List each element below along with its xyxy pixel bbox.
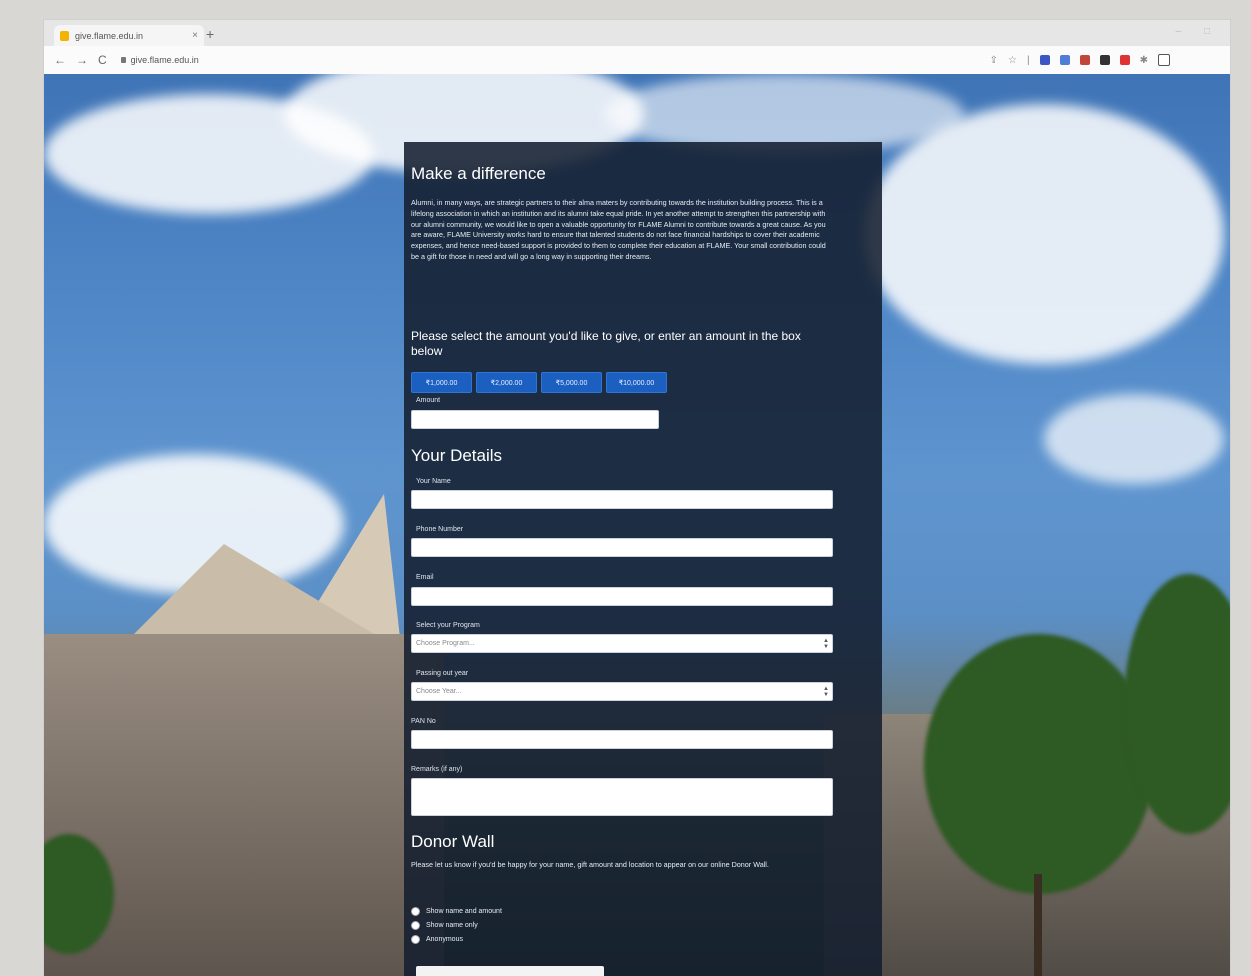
tree-trunk (1034, 874, 1042, 976)
remarks-label: Remarks (if any) (411, 766, 463, 773)
name-label: Your Name (416, 478, 451, 485)
year-select[interactable]: Choose Year... ▲ ▼ (411, 682, 833, 701)
extension-icon[interactable] (1079, 55, 1090, 65)
radio-label: Show name and amount (426, 908, 502, 915)
url-text: give.flame.edu.in (130, 55, 199, 65)
year-label: Passing out year (416, 670, 469, 677)
phone-label: Phone Number (416, 526, 464, 533)
pan-input[interactable] (411, 730, 833, 749)
extension-icon[interactable] (1119, 55, 1130, 65)
email-input[interactable] (411, 587, 833, 606)
radio-button[interactable] (411, 921, 420, 930)
amount-button-2000[interactable]: ₹2,000.00 (476, 372, 537, 393)
puzzle-icon[interactable]: ✱ (1140, 55, 1148, 66)
radio-label: Anonymous (426, 936, 463, 943)
remarks-textarea[interactable] (411, 778, 833, 816)
donation-panel: Make a difference Alumni, in many ways, … (404, 142, 882, 976)
email-label: Email (416, 574, 434, 581)
program-select[interactable]: Choose Program... ▲ ▼ (411, 634, 833, 653)
extension-icon[interactable] (1039, 55, 1050, 65)
tab-close-icon[interactable]: × (192, 30, 198, 41)
extension-icon[interactable] (1059, 55, 1070, 65)
select-caret-icon: ▲ ▼ (823, 686, 829, 698)
year-select-value: Choose Year... (416, 688, 462, 695)
cloud (1044, 394, 1224, 484)
bookmark-star-icon[interactable]: ☆ (1008, 55, 1017, 66)
reload-button[interactable]: C (98, 53, 107, 67)
program-label: Select your Program (416, 622, 480, 629)
forward-button[interactable]: → (76, 53, 88, 67)
donor-option-name-only[interactable]: Show name only (411, 921, 478, 930)
sidebar-icon[interactable] (1158, 54, 1170, 66)
amount-buttons: ₹1,000.00 ₹2,000.00 ₹5,000.00 ₹10,000.00 (411, 372, 667, 393)
address-bar[interactable]: give.flame.edu.in (120, 55, 199, 65)
browser-tab[interactable]: give.flame.edu.in × (54, 25, 204, 46)
new-tab-button[interactable]: + (206, 26, 214, 42)
page-title: Make a difference (411, 164, 546, 183)
details-heading: Your Details (411, 446, 503, 465)
donor-wall-heading: Donor Wall (411, 832, 495, 851)
page-background: Make a difference Alumni, in many ways, … (44, 74, 1230, 976)
amount-input[interactable] (411, 410, 659, 429)
donor-option-name-amount[interactable]: Show name and amount (411, 907, 502, 916)
share-icon[interactable]: ⇪ (990, 55, 998, 66)
back-button[interactable]: ← (54, 53, 66, 67)
phone-input[interactable] (411, 538, 833, 557)
radio-button[interactable] (411, 907, 420, 916)
amount-button-5000[interactable]: ₹5,000.00 (541, 372, 602, 393)
captcha-widget[interactable] (416, 966, 604, 976)
name-input[interactable] (411, 490, 833, 509)
separator: | (1027, 54, 1030, 66)
program-select-value: Choose Program... (416, 640, 475, 647)
intro-text: Alumni, in many ways, are strategic part… (411, 198, 826, 261)
extension-icon[interactable] (1099, 55, 1110, 65)
lock-icon (120, 57, 126, 63)
pan-label: PAN No (411, 718, 436, 725)
browser-window: give.flame.edu.in × + – □ ← → C give.fla… (44, 20, 1230, 976)
tab-title: give.flame.edu.in (75, 30, 144, 41)
radio-button[interactable] (411, 935, 420, 944)
site-favicon-icon (60, 30, 69, 41)
amount-button-10000[interactable]: ₹10,000.00 (606, 372, 667, 393)
select-caret-icon: ▲ ▼ (823, 638, 829, 650)
radio-label: Show name only (426, 922, 478, 929)
browser-toolbar: ← → C give.flame.edu.in ⇪ ☆ | ✱ (44, 46, 1230, 77)
donor-option-anonymous[interactable]: Anonymous (411, 935, 463, 944)
amount-button-1000[interactable]: ₹1,000.00 (411, 372, 472, 393)
tree (924, 634, 1154, 894)
amount-heading: Please select the amount you'd like to g… (411, 329, 801, 358)
donor-wall-text: Please let us know if you'd be happy for… (411, 860, 769, 869)
amount-label: Amount (416, 397, 441, 404)
tab-bar: give.flame.edu.in × + – □ (44, 20, 1230, 46)
toolbar-extensions: ⇪ ☆ | ✱ (990, 54, 1170, 66)
window-controls[interactable]: – □ (1176, 26, 1220, 37)
cloud (864, 104, 1224, 364)
